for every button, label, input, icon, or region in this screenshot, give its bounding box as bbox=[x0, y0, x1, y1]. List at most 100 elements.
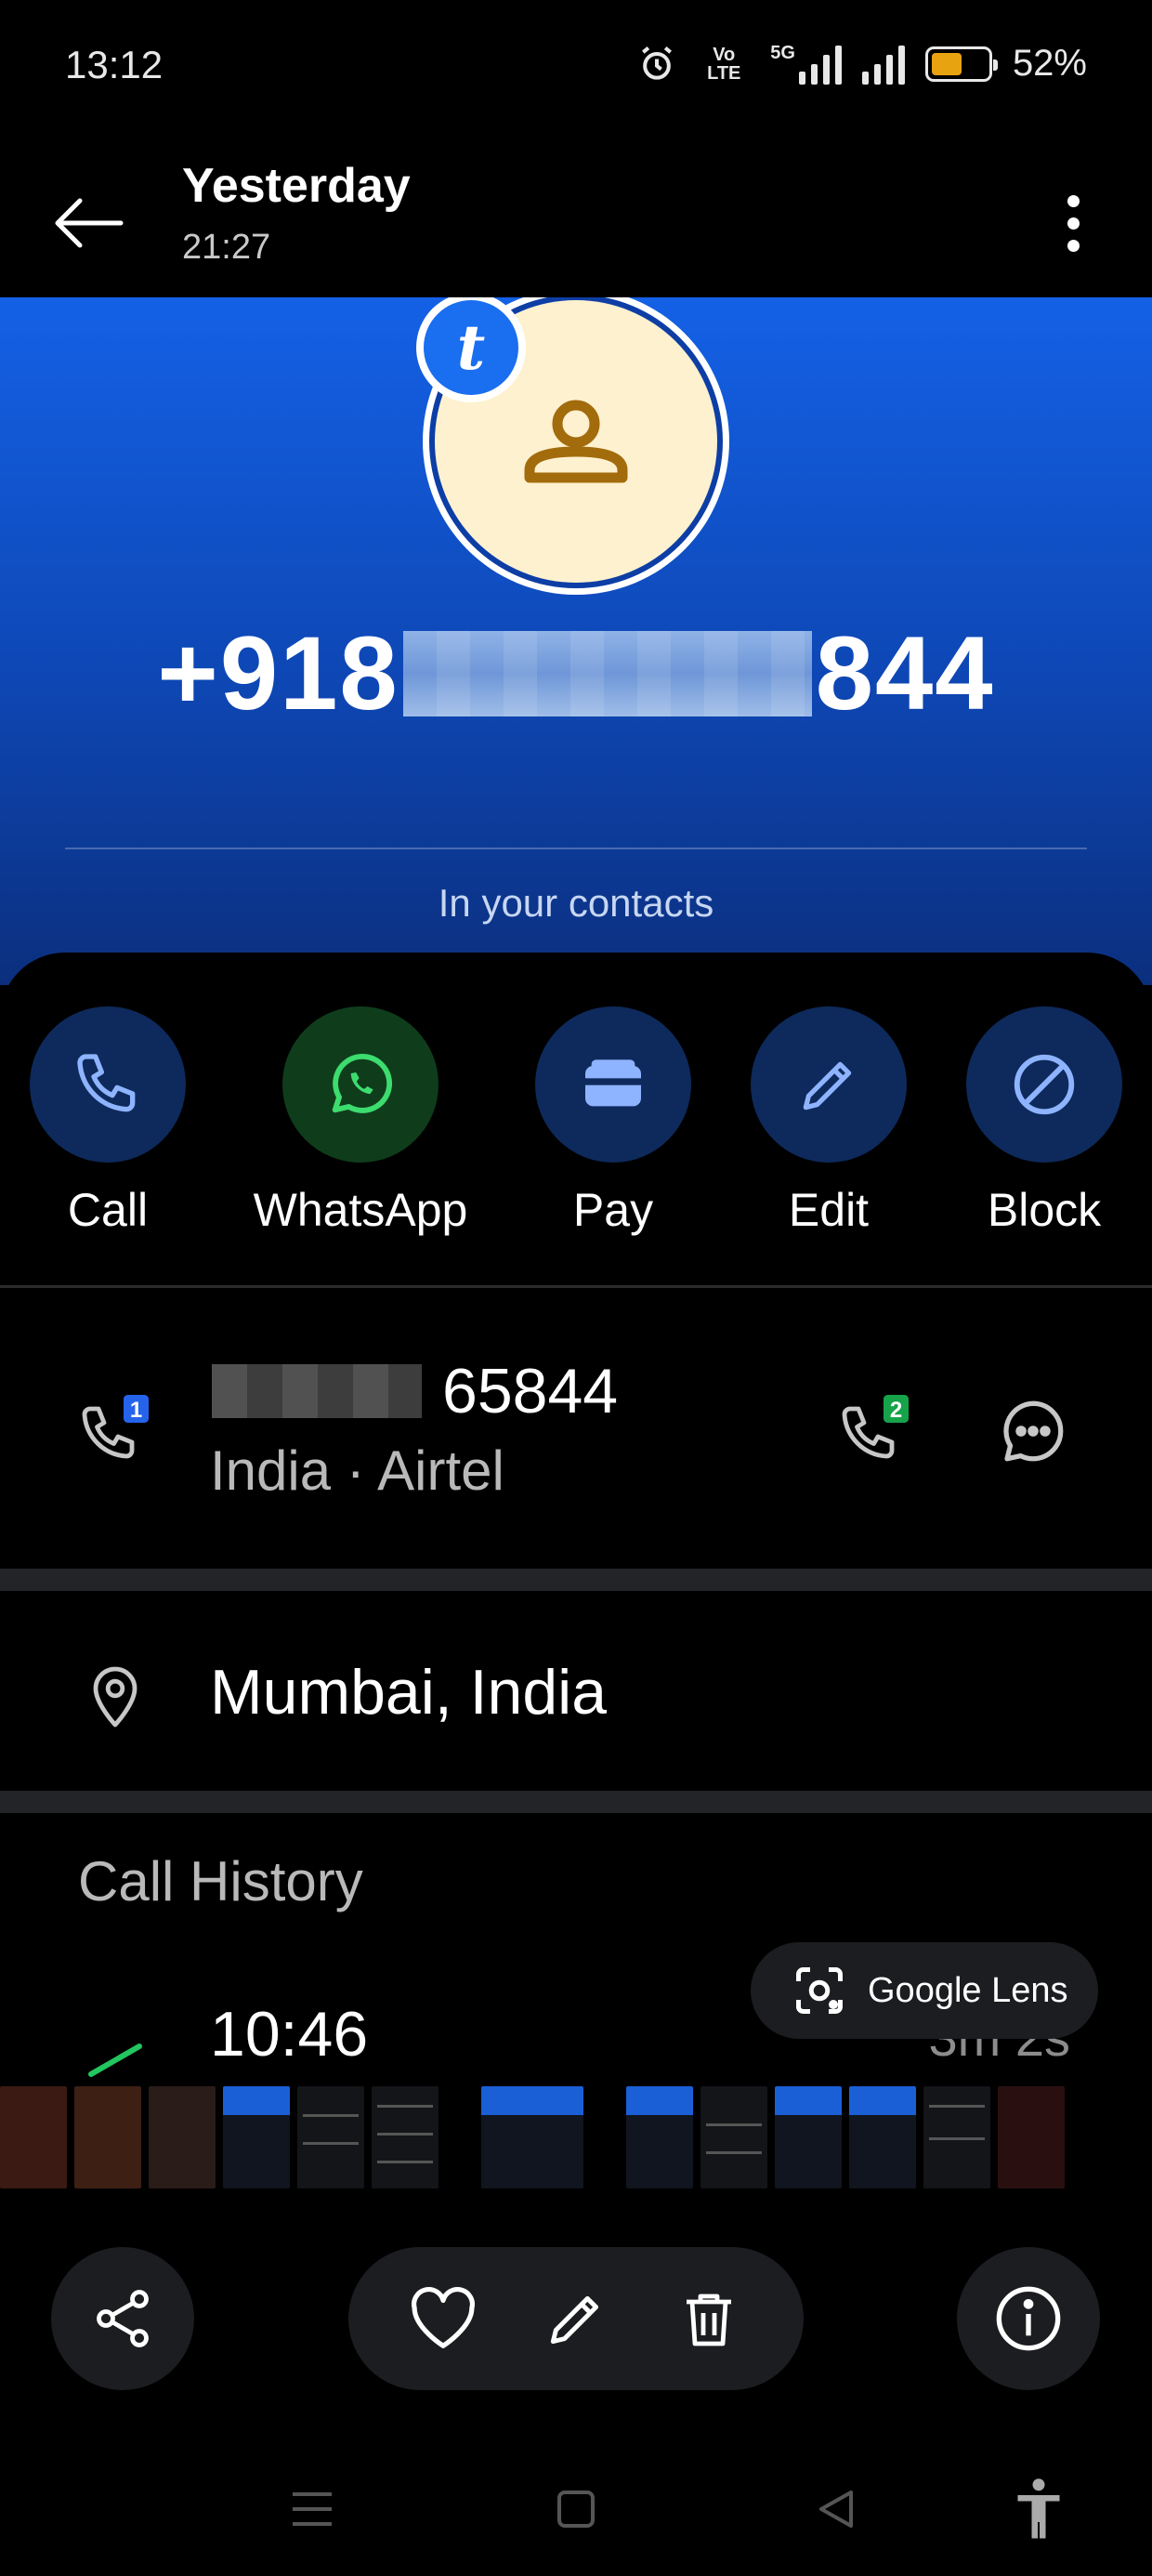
thumbnail-spacer bbox=[591, 2086, 619, 2188]
chat-bubble-icon bbox=[1003, 1400, 1064, 1462]
thumbnail[interactable] bbox=[74, 2086, 141, 2188]
call-label: Call bbox=[67, 1184, 149, 1236]
thumbnail[interactable] bbox=[998, 2086, 1065, 2188]
battery-percent: 52% bbox=[1012, 43, 1087, 84]
phone-suffix: 844 bbox=[815, 615, 995, 731]
truecaller-badge: t bbox=[416, 297, 526, 402]
thumbnail[interactable] bbox=[0, 2086, 67, 2188]
signal-5g-icon: 5G bbox=[770, 44, 842, 85]
thumbnail-strip[interactable] bbox=[0, 2086, 1152, 2188]
phone-sim1-icon: 1 bbox=[82, 1395, 149, 1459]
number-visible-digits: 65844 bbox=[442, 1356, 619, 1426]
back-button[interactable] bbox=[46, 181, 130, 265]
system-nav-bar bbox=[0, 2453, 1152, 2556]
whatsapp-button[interactable] bbox=[282, 1006, 439, 1163]
accessibility-icon bbox=[1017, 2478, 1060, 2539]
block-action[interactable]: Block bbox=[951, 1006, 1137, 1237]
thumbnail[interactable] bbox=[149, 2086, 216, 2188]
google-lens-button[interactable]: Google Lens bbox=[751, 1942, 1098, 2039]
status-icons: Vo LTE 5G 52% bbox=[636, 43, 1087, 85]
whatsapp-label: WhatsApp bbox=[253, 1184, 468, 1236]
signal-icon bbox=[861, 44, 905, 85]
pay-action[interactable]: Pay bbox=[520, 1006, 706, 1237]
contacts-note: In your contacts bbox=[438, 881, 714, 925]
page-subtitle: 21:27 bbox=[182, 228, 271, 267]
thumbnail[interactable] bbox=[775, 2086, 842, 2188]
bottom-toolbar bbox=[0, 2240, 1152, 2390]
location-row: Mumbai, India bbox=[0, 1591, 1152, 1791]
more-dot bbox=[1067, 194, 1080, 207]
more-dot bbox=[1067, 217, 1080, 230]
arrow-left-icon bbox=[55, 198, 124, 248]
svg-text:1: 1 bbox=[130, 1398, 142, 1423]
share-button[interactable] bbox=[51, 2247, 194, 2390]
google-lens-label: Google Lens bbox=[868, 1970, 1068, 2010]
badge-letter: t bbox=[424, 300, 518, 395]
block-label: Block bbox=[987, 1184, 1102, 1236]
sim2-call-button[interactable]: 2 bbox=[836, 1392, 914, 1475]
thumbnail[interactable] bbox=[626, 2086, 693, 2188]
call-button[interactable] bbox=[30, 1006, 186, 1163]
outgoing-call-icon bbox=[84, 2043, 149, 2084]
toolbar-actions bbox=[348, 2247, 804, 2390]
phone-icon bbox=[77, 1054, 136, 1112]
status-bar: 13:12 Vo LTE 5G 52% bbox=[0, 0, 1152, 139]
contact-hero: t +918 844 In your contacts bbox=[0, 297, 1152, 985]
location-text: Mumbai, India bbox=[210, 1657, 608, 1728]
block-button[interactable] bbox=[966, 1006, 1122, 1163]
block-icon bbox=[1014, 1054, 1075, 1115]
phone-number[interactable]: +918 844 bbox=[0, 613, 1152, 733]
recents-button[interactable] bbox=[275, 2472, 349, 2546]
favorite-button[interactable] bbox=[392, 2267, 494, 2370]
alarm-icon bbox=[642, 46, 673, 80]
heart-icon bbox=[411, 2287, 475, 2348]
divider bbox=[0, 1569, 1152, 1591]
share-icon bbox=[97, 2290, 149, 2347]
thumbnail[interactable] bbox=[481, 2086, 583, 2188]
edit-image-button[interactable] bbox=[525, 2267, 627, 2370]
thumbnail[interactable] bbox=[372, 2086, 439, 2188]
battery-icon bbox=[924, 46, 998, 82]
info-icon bbox=[996, 2286, 1061, 2351]
wallet-icon bbox=[585, 1059, 641, 1107]
home-button[interactable] bbox=[539, 2472, 613, 2546]
delete-button[interactable] bbox=[658, 2267, 760, 2370]
divider bbox=[0, 1285, 1152, 1288]
square-icon bbox=[557, 2491, 595, 2528]
thumbnail[interactable] bbox=[297, 2086, 364, 2188]
pencil-icon bbox=[550, 2295, 599, 2345]
call-history-time[interactable]: 10:46 bbox=[210, 1998, 368, 2070]
more-options-button[interactable] bbox=[1031, 177, 1115, 269]
thumbnail[interactable] bbox=[223, 2086, 290, 2188]
edit-action[interactable]: Edit bbox=[736, 1006, 922, 1237]
person-icon bbox=[524, 400, 628, 483]
sim1-call-button[interactable]: 1 bbox=[76, 1392, 154, 1475]
thumbnail[interactable] bbox=[700, 2086, 767, 2188]
back-nav-button[interactable] bbox=[799, 2472, 873, 2546]
divider bbox=[65, 848, 1087, 849]
thumbnail[interactable] bbox=[923, 2086, 990, 2188]
accessibility-button[interactable] bbox=[1001, 2472, 1076, 2546]
whatsapp-action[interactable]: WhatsApp bbox=[254, 1006, 467, 1237]
trash-icon bbox=[687, 2293, 732, 2346]
info-button[interactable] bbox=[957, 2247, 1100, 2390]
divider bbox=[0, 1791, 1152, 1813]
phone-number-row[interactable]: 1 65844 India · Airtel 2 bbox=[0, 1290, 1152, 1569]
pay-label: Pay bbox=[572, 1184, 654, 1236]
google-lens-icon bbox=[796, 1967, 843, 2014]
message-button[interactable] bbox=[994, 1392, 1072, 1475]
status-time: 13:12 bbox=[65, 43, 164, 86]
pay-button[interactable] bbox=[535, 1006, 691, 1163]
svg-text:2: 2 bbox=[890, 1398, 902, 1423]
carrier-label: India · Airtel bbox=[210, 1439, 504, 1502]
network-label: 5G bbox=[770, 42, 795, 63]
thumbnail[interactable] bbox=[849, 2086, 916, 2188]
edit-button[interactable] bbox=[751, 1006, 907, 1163]
edit-label: Edit bbox=[788, 1184, 870, 1236]
app-header: Yesterday 21:27 bbox=[0, 139, 1152, 297]
call-action[interactable]: Call bbox=[15, 1006, 201, 1237]
pencil-icon bbox=[803, 1061, 852, 1111]
page-title: Yesterday bbox=[182, 159, 411, 213]
call-history-title: Call History bbox=[78, 1850, 363, 1912]
phone-sim2-icon: 2 bbox=[842, 1395, 909, 1459]
